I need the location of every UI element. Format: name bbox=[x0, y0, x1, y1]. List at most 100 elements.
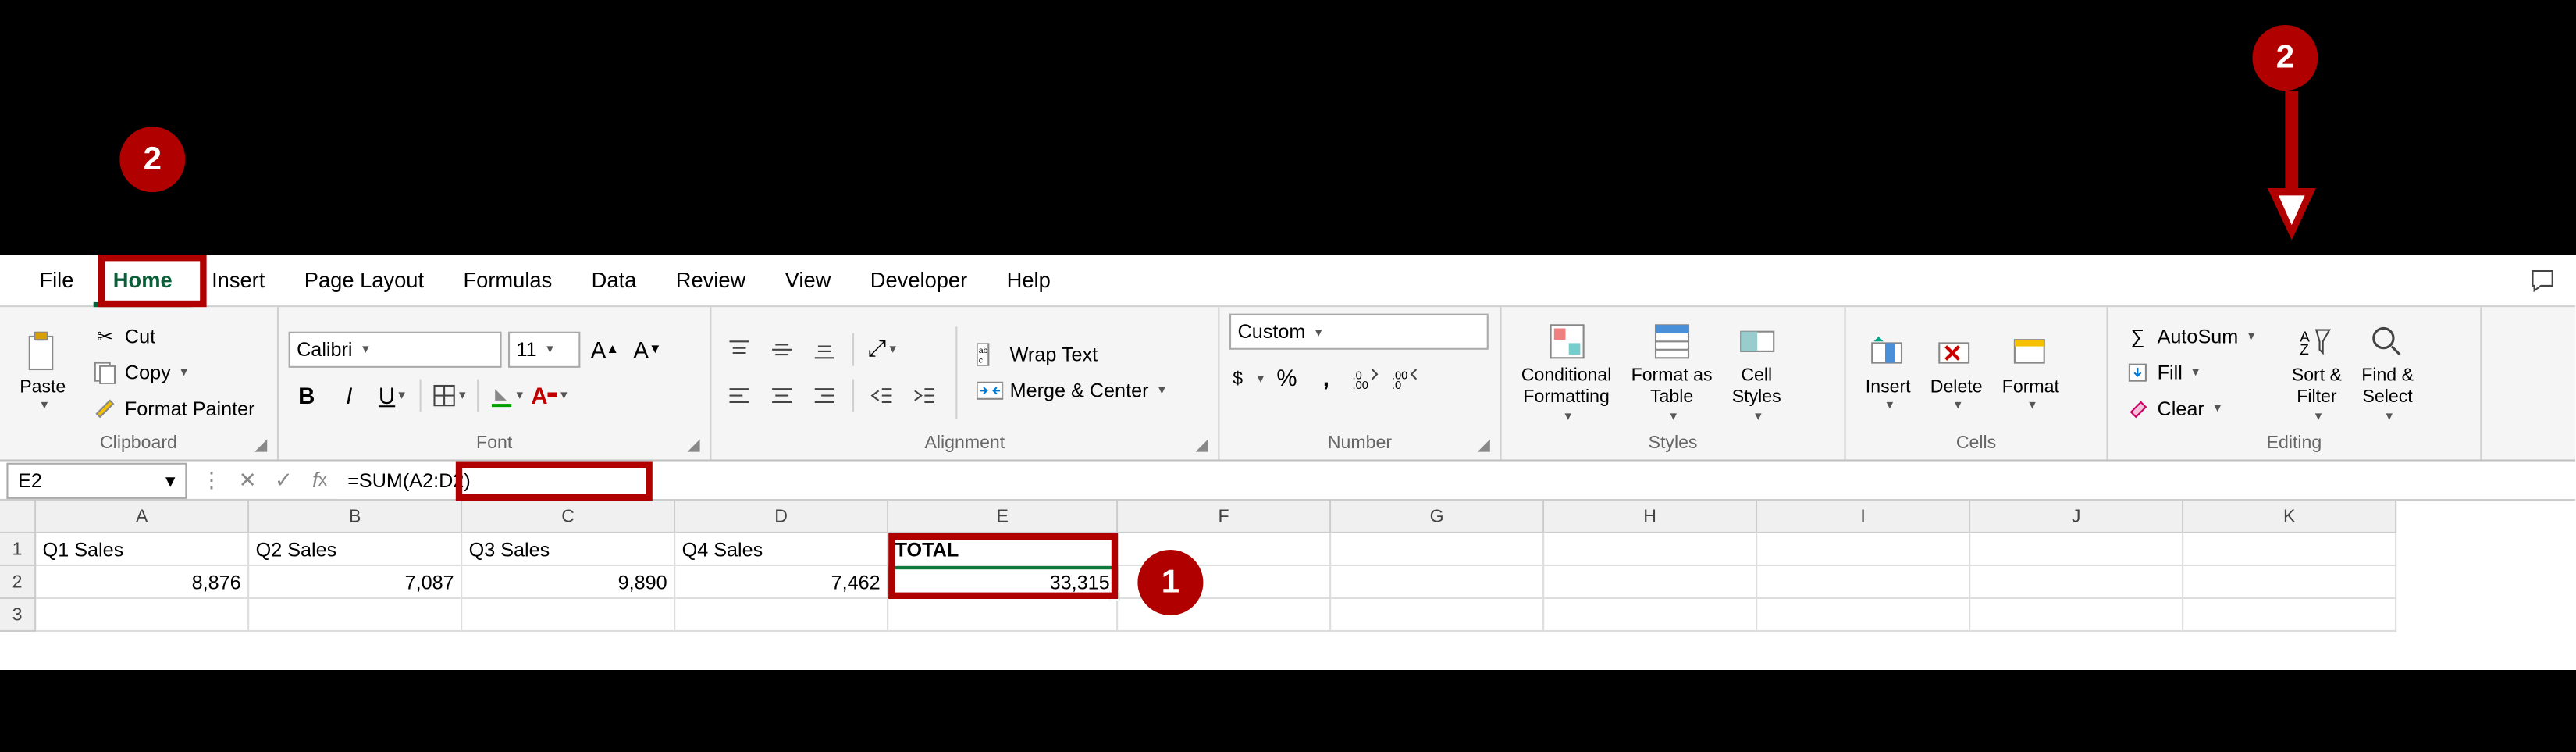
cell-K2[interactable] bbox=[2183, 566, 2396, 599]
decrease-indent-button[interactable] bbox=[864, 376, 900, 412]
format-as-table-button[interactable]: Format as Table▾ bbox=[1621, 321, 1722, 423]
launcher-icon[interactable]: ◢ bbox=[254, 433, 267, 460]
tab-data[interactable]: Data bbox=[571, 254, 656, 306]
font-name-combo[interactable]: Calibri▾ bbox=[289, 331, 502, 367]
cell-B2[interactable]: 7,087 bbox=[249, 566, 462, 599]
col-header-I[interactable]: I bbox=[1757, 501, 1970, 533]
tab-review[interactable]: Review bbox=[656, 254, 766, 306]
col-header-E[interactable]: E bbox=[888, 501, 1118, 533]
worksheet-grid[interactable]: 1 2 3 A B C D E F G H I J K Q1 Sales Q2 … bbox=[0, 501, 2576, 632]
cell-G3[interactable] bbox=[1331, 599, 1544, 632]
align-right-button[interactable] bbox=[806, 376, 842, 412]
increase-decimal-button[interactable]: .0.00 bbox=[1347, 359, 1383, 395]
cell-G2[interactable] bbox=[1331, 566, 1544, 599]
fill-color-button[interactable]: ▾ bbox=[489, 376, 525, 412]
number-format-combo[interactable]: Custom▾ bbox=[1229, 314, 1489, 350]
cell-D2[interactable]: 7,462 bbox=[675, 566, 888, 599]
autosum-button[interactable]: ∑AutoSum▾ bbox=[2118, 319, 2282, 352]
tab-formulas[interactable]: Formulas bbox=[443, 254, 571, 306]
percent-button[interactable]: % bbox=[1268, 359, 1304, 395]
col-header-C[interactable]: C bbox=[462, 501, 675, 533]
name-box[interactable]: E2▾ bbox=[6, 462, 187, 498]
align-left-button[interactable] bbox=[721, 376, 757, 412]
cell-A1[interactable]: Q1 Sales bbox=[36, 533, 249, 566]
cell-C2[interactable]: 9,890 bbox=[462, 566, 675, 599]
sort-filter-button[interactable]: AZ Sort & Filter▾ bbox=[2282, 321, 2351, 423]
font-color-button[interactable]: A▾ bbox=[531, 376, 567, 412]
enter-button[interactable]: ✓ bbox=[265, 462, 301, 498]
select-all-corner[interactable] bbox=[0, 501, 36, 533]
cell-C3[interactable] bbox=[462, 599, 675, 632]
row-header-3[interactable]: 3 bbox=[0, 599, 36, 632]
cell-E3[interactable] bbox=[888, 599, 1118, 632]
formula-input[interactable] bbox=[338, 462, 2576, 498]
cell-F2[interactable] bbox=[1118, 566, 1331, 599]
underline-button[interactable]: U▾ bbox=[374, 376, 410, 412]
bold-button[interactable]: B bbox=[289, 376, 325, 412]
launcher-icon[interactable]: ◢ bbox=[1478, 433, 1490, 460]
cell-C1[interactable]: Q3 Sales bbox=[462, 533, 675, 566]
fx-button[interactable]: fx bbox=[301, 462, 337, 498]
paste-button[interactable]: Paste ▾ bbox=[10, 331, 76, 413]
col-header-A[interactable]: A bbox=[36, 501, 249, 533]
format-cells-button[interactable]: Format▾ bbox=[1992, 331, 2069, 413]
row-header-1[interactable]: 1 bbox=[0, 533, 36, 566]
cell-J3[interactable] bbox=[1970, 599, 2183, 632]
cell-styles-button[interactable]: Cell Styles▾ bbox=[1722, 321, 1791, 423]
orientation-button[interactable]: ⤢▾ bbox=[864, 331, 900, 367]
find-select-button[interactable]: Find & Select▾ bbox=[2352, 321, 2424, 423]
wrap-text-button[interactable]: abcWrap Text bbox=[970, 337, 1172, 370]
tab-view[interactable]: View bbox=[765, 254, 850, 306]
col-header-J[interactable]: J bbox=[1970, 501, 2183, 533]
launcher-icon[interactable]: ◢ bbox=[1196, 433, 1208, 460]
align-center-button[interactable] bbox=[764, 376, 800, 412]
cell-G1[interactable] bbox=[1331, 533, 1544, 566]
align-middle-button[interactable] bbox=[764, 331, 800, 367]
merge-center-button[interactable]: Merge & Center▾ bbox=[970, 373, 1172, 406]
font-size-combo[interactable]: 11▾ bbox=[508, 331, 580, 367]
cell-B3[interactable] bbox=[249, 599, 462, 632]
cell-F3[interactable] bbox=[1118, 599, 1331, 632]
col-header-F[interactable]: F bbox=[1118, 501, 1331, 533]
cancel-button[interactable]: ✕ bbox=[229, 462, 265, 498]
decrease-decimal-button[interactable]: .00.0 bbox=[1387, 359, 1423, 395]
align-top-button[interactable] bbox=[721, 331, 757, 367]
decrease-font-button[interactable]: A▼ bbox=[629, 331, 665, 367]
tab-developer[interactable]: Developer bbox=[851, 254, 987, 306]
cell-A3[interactable] bbox=[36, 599, 249, 632]
cell-J2[interactable] bbox=[1970, 566, 2183, 599]
launcher-icon[interactable]: ◢ bbox=[688, 433, 700, 460]
tab-insert[interactable]: Insert bbox=[192, 254, 285, 306]
conditional-formatting-button[interactable]: Conditional Formatting▾ bbox=[1511, 321, 1621, 423]
cell-D3[interactable] bbox=[675, 599, 888, 632]
cell-H3[interactable] bbox=[1544, 599, 1757, 632]
tab-home[interactable]: Home bbox=[94, 254, 192, 306]
cell-I2[interactable] bbox=[1757, 566, 1970, 599]
tab-page-layout[interactable]: Page Layout bbox=[285, 254, 444, 306]
tab-help[interactable]: Help bbox=[987, 254, 1070, 306]
clear-button[interactable]: Clear▾ bbox=[2118, 391, 2282, 424]
copy-button[interactable]: Copy▾ bbox=[85, 355, 261, 388]
cell-E1[interactable]: TOTAL bbox=[888, 533, 1118, 566]
col-header-G[interactable]: G bbox=[1331, 501, 1544, 533]
accounting-format-button[interactable]: $▾ bbox=[1229, 359, 1265, 395]
cell-I1[interactable] bbox=[1757, 533, 1970, 566]
borders-button[interactable]: ▾ bbox=[431, 376, 467, 412]
cell-D1[interactable]: Q4 Sales bbox=[675, 533, 888, 566]
cell-K1[interactable] bbox=[2183, 533, 2396, 566]
align-bottom-button[interactable] bbox=[806, 331, 842, 367]
delete-cells-button[interactable]: Delete▾ bbox=[1920, 331, 1992, 413]
format-painter-button[interactable]: Format Painter bbox=[85, 391, 261, 424]
italic-button[interactable]: I bbox=[331, 376, 367, 412]
col-header-B[interactable]: B bbox=[249, 501, 462, 533]
insert-cells-button[interactable]: Insert▾ bbox=[1856, 331, 1920, 413]
cell-B1[interactable]: Q2 Sales bbox=[249, 533, 462, 566]
comma-button[interactable]: , bbox=[1308, 359, 1344, 395]
cell-F1[interactable] bbox=[1118, 533, 1331, 566]
cell-J1[interactable] bbox=[1970, 533, 2183, 566]
fill-button[interactable]: Fill▾ bbox=[2118, 355, 2282, 388]
col-header-H[interactable]: H bbox=[1544, 501, 1757, 533]
increase-indent-button[interactable] bbox=[906, 376, 942, 412]
increase-font-button[interactable]: A▲ bbox=[587, 331, 623, 367]
cell-I3[interactable] bbox=[1757, 599, 1970, 632]
